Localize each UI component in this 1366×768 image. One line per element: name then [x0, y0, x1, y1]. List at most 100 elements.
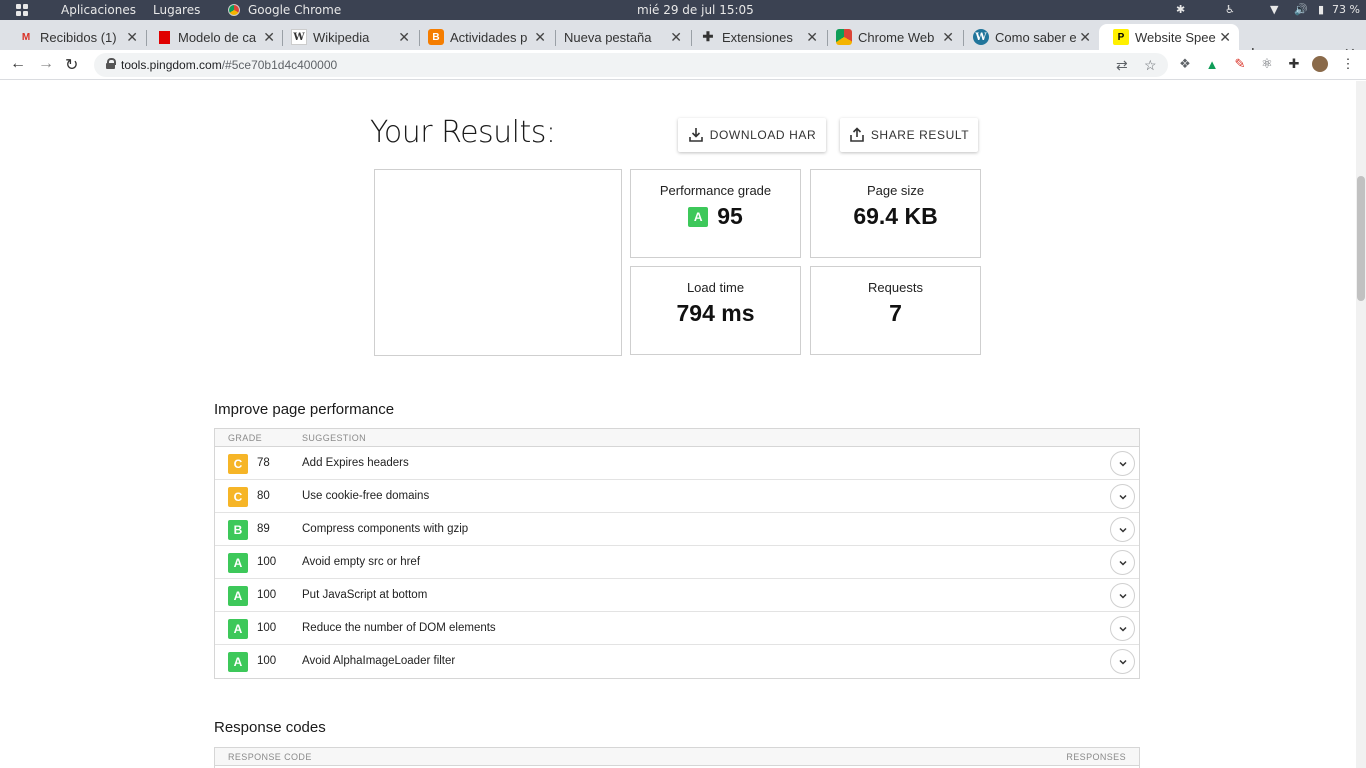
row-suggestion: Avoid AlphaImageLoader filter [302, 655, 456, 667]
download-har-label: DOWNLOAD HAR [709, 128, 817, 142]
grade-badge: C [228, 487, 248, 507]
share-result-button[interactable]: SHARE RESULT [840, 118, 978, 152]
row-score: 89 [257, 523, 270, 535]
page-size-card: Page size 69.4 KB [810, 169, 981, 258]
performance-grade-value: 95 [717, 203, 743, 229]
eyedropper-icon[interactable]: ✎ [1232, 56, 1248, 72]
close-icon[interactable]: ✕ [942, 29, 954, 46]
tab-wikipedia[interactable]: W Wikipedia ✕ [277, 24, 418, 50]
download-har-button[interactable]: DOWNLOAD HAR [678, 118, 826, 152]
row-score: 100 [257, 622, 277, 634]
requests-label: Requests [868, 280, 923, 295]
close-icon[interactable]: ✕ [1079, 29, 1091, 46]
tab-modelo[interactable]: Modelo de ca ✕ [142, 24, 283, 50]
grade-badge: A [688, 206, 709, 227]
expand-chevron-down-icon[interactable] [1110, 517, 1135, 542]
volume-icon[interactable]: 🔊 [1294, 3, 1308, 16]
os-applications-menu[interactable]: Aplicaciones [61, 3, 136, 17]
close-icon[interactable]: ✕ [263, 29, 275, 46]
close-icon[interactable]: ✕ [534, 29, 546, 46]
performance-grade-card: Performance grade A 95 [630, 169, 801, 258]
gmail-icon: M [21, 31, 31, 43]
grade-badge: A [228, 553, 248, 573]
row-suggestion: Put JavaScript at bottom [302, 589, 428, 601]
close-icon[interactable]: ✕ [1219, 29, 1231, 46]
grade-badge: A [228, 652, 248, 672]
suggestions-table: GRADE SUGGESTION C 78 Add Expires headers C… [214, 428, 1140, 679]
tab-new[interactable]: Nueva pestaña ✕ [550, 24, 690, 50]
table-row[interactable]: A 100 Avoid AlphaImageLoader filter [215, 645, 1139, 678]
grade-badge: A [228, 586, 248, 606]
tab-blogger[interactable]: B Actividades p ✕ [414, 24, 554, 50]
close-icon[interactable]: ✕ [398, 29, 410, 46]
load-time-card: Load time 794 ms [630, 266, 801, 355]
page-size-value: 69.4 KB [853, 203, 938, 229]
tab-wordpress[interactable]: W Como saber e ✕ [959, 24, 1099, 50]
response-codes-table: RESPONSE CODE RESPONSES [214, 747, 1140, 768]
row-score: 100 [257, 589, 277, 601]
table-row[interactable]: A 100 Put JavaScript at bottom [215, 579, 1139, 612]
translate-icon[interactable]: ⇄ [1116, 57, 1128, 74]
chrome-icon [228, 4, 240, 16]
close-icon[interactable]: ✕ [670, 29, 682, 46]
dropbox-icon[interactable]: ❖ [1177, 56, 1193, 72]
expand-chevron-down-icon[interactable] [1110, 583, 1135, 608]
menu-kebab-icon[interactable]: ⋮ [1340, 56, 1356, 72]
tab-gmail[interactable]: M Recibidos (1) ✕ [4, 24, 146, 50]
grade-badge: B [228, 520, 248, 540]
tab-pingdom-active[interactable]: P Website Spee ✕ [1099, 24, 1239, 50]
row-score: 78 [257, 457, 270, 469]
close-icon[interactable]: ✕ [806, 29, 818, 46]
expand-chevron-down-icon[interactable] [1110, 451, 1135, 476]
row-suggestion: Use cookie-free domains [302, 490, 430, 502]
scrollbar-thumb[interactable] [1357, 176, 1365, 301]
accessibility-icon[interactable]: ♿ [1225, 3, 1235, 16]
results-title: Your Results: [370, 115, 556, 150]
download-icon [688, 127, 704, 143]
table-row[interactable]: A 100 Reduce the number of DOM elements [215, 612, 1139, 645]
address-bar[interactable]: tools.pingdom.com/#5ce70b1d4c400000 ⇄ ☆ [94, 53, 1168, 77]
bookmark-star-icon[interactable]: ☆ [1144, 57, 1157, 74]
os-places-menu[interactable]: Lugares [153, 3, 200, 17]
back-icon[interactable]: ← [10, 55, 26, 73]
wifi-icon[interactable]: ▼ [1270, 3, 1278, 16]
os-top-bar: Aplicaciones Lugares Google Chrome mié 2… [0, 0, 1366, 20]
close-icon[interactable]: ✕ [126, 29, 138, 46]
reload-icon[interactable]: ↻ [65, 55, 78, 75]
table-row[interactable]: C 78 Add Expires headers [215, 447, 1139, 480]
slack-tray-icon[interactable]: ✱ [1176, 3, 1185, 16]
expand-chevron-down-icon[interactable] [1110, 550, 1135, 575]
extensions-puzzle-icon[interactable]: ✚ [1286, 56, 1302, 72]
page-scrollbar[interactable] [1356, 81, 1366, 768]
requests-card: Requests 7 [810, 266, 981, 355]
table-row[interactable]: C 80 Use cookie-free domains [215, 480, 1139, 513]
lock-icon[interactable] [106, 58, 116, 69]
url-path: /#5ce70b1d4c400000 [221, 58, 338, 72]
os-clock[interactable]: mié 29 de jul 15:05 [637, 3, 754, 17]
load-time-label: Load time [686, 280, 745, 295]
row-score: 100 [257, 556, 277, 568]
load-time-value: 794 ms [676, 300, 755, 326]
response-codes-header: RESPONSE CODE RESPONSES [215, 748, 1139, 766]
drive-icon[interactable]: ▲ [1204, 56, 1220, 72]
browser-toolbar: ← → ↻ tools.pingdom.com/#5ce70b1d4c40000… [0, 50, 1366, 80]
expand-chevron-down-icon[interactable] [1110, 616, 1135, 641]
apps-grid-icon[interactable] [16, 4, 28, 16]
battery-icon[interactable]: ▮ [1318, 3, 1324, 16]
os-active-app[interactable]: Google Chrome [248, 3, 341, 17]
react-icon[interactable]: ⚛ [1259, 56, 1275, 72]
avatar[interactable] [1312, 56, 1328, 72]
puzzle-icon: ✚ [702, 29, 714, 44]
tab-strip: M Recibidos (1) ✕ Modelo de ca ✕ W Wikip… [0, 20, 1366, 65]
tab-webstore[interactable]: Chrome Web ✕ [822, 24, 962, 50]
forward-icon[interactable]: → [38, 55, 54, 73]
expand-chevron-down-icon[interactable] [1110, 649, 1135, 674]
table-row[interactable]: A 100 Avoid empty src or href [215, 546, 1139, 579]
row-suggestion: Compress components with gzip [302, 523, 469, 535]
row-suggestion: Avoid empty src or href [302, 556, 421, 568]
tab-extensions[interactable]: ✚ Extensiones ✕ [686, 24, 826, 50]
share-result-label: SHARE RESULT [870, 128, 970, 142]
blogger-icon: B [428, 29, 444, 45]
expand-chevron-down-icon[interactable] [1110, 484, 1135, 509]
table-row[interactable]: B 89 Compress components with gzip [215, 513, 1139, 546]
